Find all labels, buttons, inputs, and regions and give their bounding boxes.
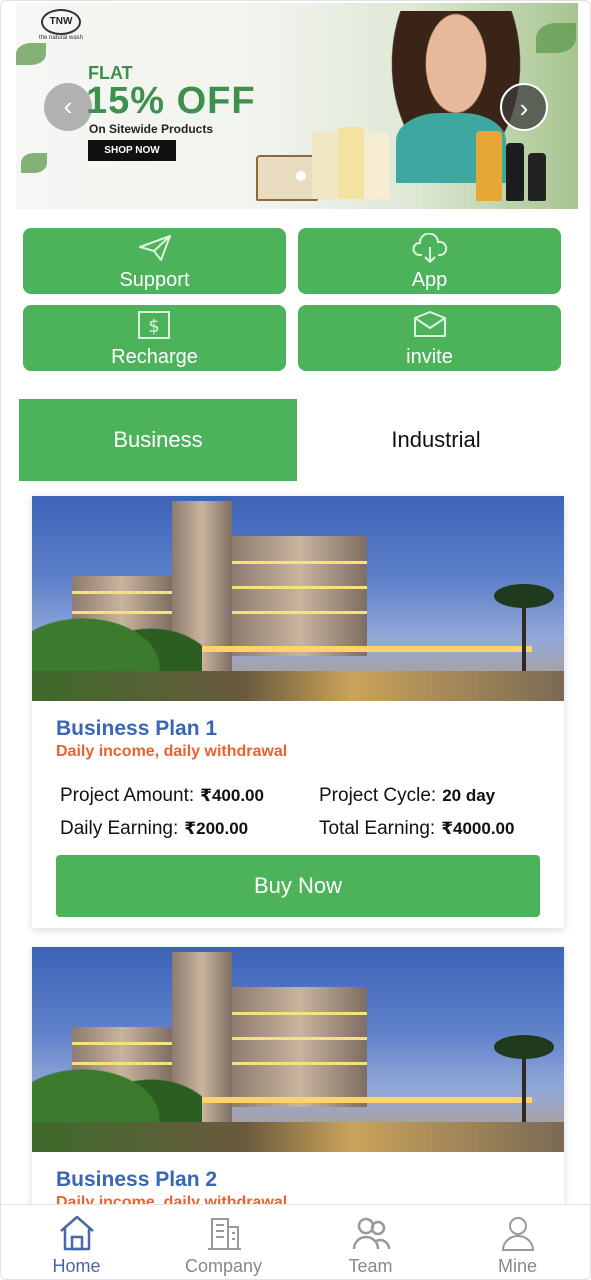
team-icon <box>352 1217 390 1250</box>
svg-text:$: $ <box>148 316 159 337</box>
nav-company[interactable]: Company <box>150 1205 297 1279</box>
nav-mine[interactable]: Mine <box>444 1205 590 1279</box>
total-earning-label: Total Earning: <box>319 818 436 839</box>
project-amount-label: Project Amount: <box>60 785 195 806</box>
bottom-nav: Home Company Team Mine <box>1 1204 590 1279</box>
product-jar-image <box>256 155 318 201</box>
product-bottle-image <box>364 133 390 199</box>
app-label: App <box>411 269 448 291</box>
total-earning-value: ₹4000.00 <box>441 819 515 838</box>
banner-subtext: On Sitewide Products <box>89 122 214 136</box>
product-bottle-image <box>528 153 546 201</box>
banner-discount: 15% OFF <box>86 80 256 122</box>
carousel-prev-button[interactable]: ‹ <box>44 83 92 131</box>
nav-team[interactable]: Team <box>297 1205 444 1279</box>
plan-image <box>32 496 564 701</box>
plan-info: Business Plan 2 Daily income, daily with… <box>32 1152 564 1212</box>
chevron-right-icon: › <box>519 93 529 123</box>
nav-home-label: Home <box>52 1256 101 1276</box>
plan-info: Business Plan 1 Daily income, daily with… <box>32 701 564 853</box>
home-icon <box>59 1215 94 1251</box>
paper-plane-icon <box>138 235 171 261</box>
plan-stats: Project Amount: ₹400.00 Project Cycle: 20 … <box>56 785 540 853</box>
envelope-icon <box>413 311 446 337</box>
invite-label: invite <box>406 346 453 368</box>
plan-title: Business Plan 1 <box>56 717 218 740</box>
daily-earning: Daily Earning: ₹200.00 <box>60 818 248 840</box>
dollar-icon: $ <box>137 311 170 339</box>
shop-now-button[interactable]: SHOP NOW <box>88 140 176 161</box>
category-tabs: Business Industrial <box>19 399 575 481</box>
nav-team-label: Team <box>348 1256 393 1276</box>
plan-card: Business Plan 1 Daily income, daily with… <box>32 496 564 928</box>
nav-company-label: Company <box>184 1256 263 1276</box>
leaf-decoration <box>536 23 576 53</box>
project-cycle-value: 20 day <box>442 786 496 805</box>
plan-subtitle: Daily income, daily withdrawal <box>56 743 288 760</box>
logo-text: TNW <box>41 9 81 35</box>
product-bottle-image <box>476 131 502 201</box>
plan-image <box>32 947 564 1152</box>
recharge-label: Recharge <box>111 346 198 368</box>
product-bottle-image <box>312 131 338 199</box>
cloud-download-icon <box>412 233 447 263</box>
carousel-indicator[interactable] <box>296 171 306 181</box>
tab-industrial[interactable]: Industrial <box>297 399 575 481</box>
product-bottle-image <box>506 143 524 201</box>
brand-logo: TNW the natural wash <box>26 9 96 49</box>
product-bottle-image <box>338 127 364 199</box>
promo-banner[interactable]: TNW the natural wash FLAT 15% OFF On Sit… <box>16 3 578 209</box>
buy-now-button[interactable]: Buy Now <box>56 855 540 917</box>
daily-earning-label: Daily Earning: <box>60 818 179 839</box>
chevron-left-icon: ‹ <box>63 91 73 121</box>
nav-mine-label: Mine <box>497 1256 537 1276</box>
project-amount-value: ₹400.00 <box>200 786 264 805</box>
plan-card: Business Plan 2 Daily income, daily with… <box>32 947 564 1217</box>
project-cycle-label: Project Cycle: <box>319 785 437 806</box>
support-label: Support <box>119 269 190 291</box>
plan-title: Business Plan 2 <box>56 1168 218 1191</box>
recharge-button[interactable]: $ Recharge <box>23 305 286 371</box>
support-button[interactable]: Support <box>23 228 286 294</box>
project-amount: Project Amount: ₹400.00 <box>60 785 264 807</box>
tab-business[interactable]: Business <box>19 399 297 481</box>
daily-earning-value: ₹200.00 <box>184 819 249 838</box>
logo-tagline: the natural wash <box>38 35 84 41</box>
total-earning: Total Earning: ₹4000.00 <box>319 818 514 840</box>
nav-home[interactable]: Home <box>3 1205 150 1279</box>
leaf-decoration <box>21 153 47 173</box>
app-frame: TNW the natural wash FLAT 15% OFF On Sit… <box>0 0 591 1280</box>
project-cycle: Project Cycle: 20 day <box>319 785 495 807</box>
building-icon <box>207 1218 241 1250</box>
app-button[interactable]: App <box>298 228 561 294</box>
invite-button[interactable]: invite <box>298 305 561 371</box>
carousel-next-button[interactable]: › <box>500 83 548 131</box>
user-icon <box>501 1217 534 1251</box>
